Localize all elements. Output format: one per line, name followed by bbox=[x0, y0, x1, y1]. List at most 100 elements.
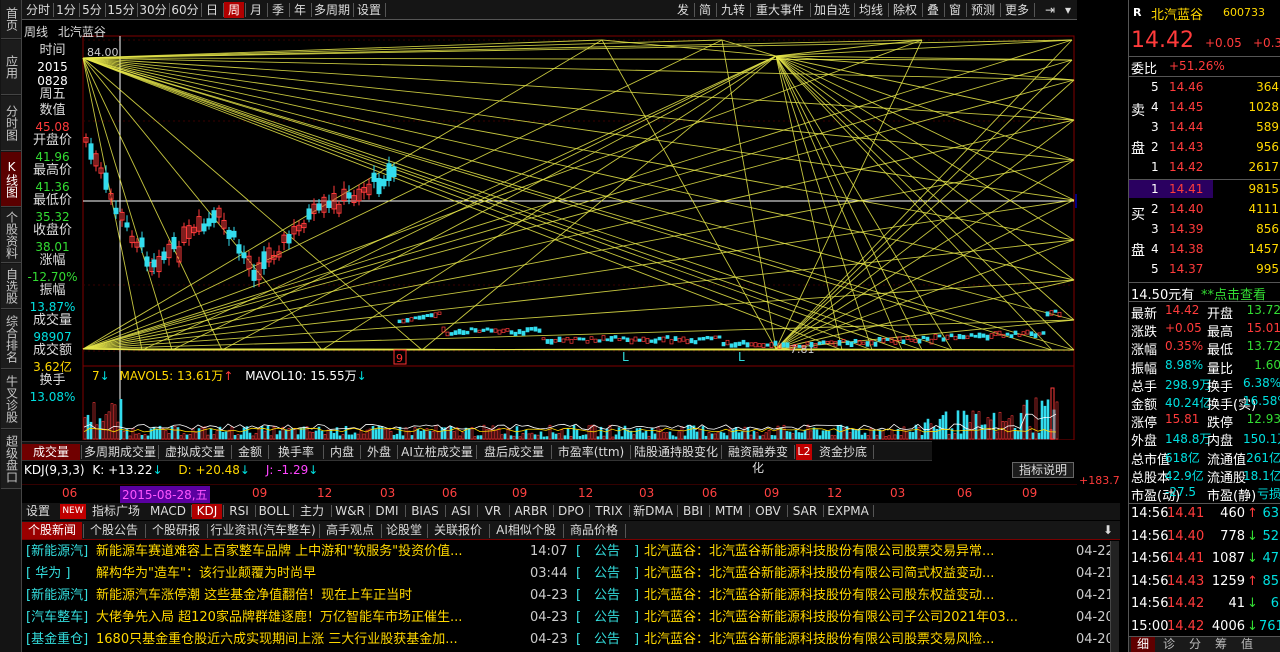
indicator-tab-dpo[interactable]: DPO bbox=[554, 504, 588, 519]
indicator-square-tab[interactable]: 指标广场 bbox=[88, 504, 144, 519]
indicator-tab-arbr[interactable]: ARBR bbox=[510, 504, 552, 519]
volume-tab-6[interactable]: 外盘 bbox=[362, 444, 396, 460]
toolbar-period-12[interactable]: 设置 bbox=[354, 2, 384, 18]
indicator-tab-obv[interactable]: OBV bbox=[750, 504, 786, 519]
toolbar-period-11[interactable]: 多周期 bbox=[312, 2, 352, 18]
volume-tab-12[interactable]: 资金抄底 bbox=[814, 444, 872, 460]
volume-tab-2[interactable]: 虚拟成交量 bbox=[160, 444, 230, 460]
toolbar-period-2[interactable]: 5分 bbox=[80, 2, 104, 18]
news-scrollbar[interactable] bbox=[1110, 541, 1119, 652]
volume-tab-11[interactable]: 融资融券变化 bbox=[723, 444, 793, 475]
toolbar-period-8[interactable]: 月 bbox=[246, 2, 266, 18]
footer-tab-2[interactable]: 分 bbox=[1183, 637, 1207, 652]
notice-title[interactable]: 北汽蓝谷：北汽蓝谷新能源科技股份有限公司股票交易异常... bbox=[644, 541, 1054, 563]
toolbar-action-1[interactable]: 简 bbox=[696, 2, 714, 18]
toolbar-period-6[interactable]: 日 bbox=[202, 2, 222, 18]
toolbar-period-3[interactable]: 15分 bbox=[106, 2, 136, 18]
volume-tab-4[interactable]: 换手率 bbox=[270, 444, 322, 460]
news-tab-1[interactable]: 个股公告 bbox=[84, 522, 144, 539]
volume-tab-7[interactable]: AI立桩成交量 bbox=[399, 444, 475, 460]
news-tab-4[interactable]: 高手观点 bbox=[320, 522, 380, 539]
toolbar-action-4[interactable]: 加自选 bbox=[812, 2, 852, 18]
indicator-tab-asi[interactable]: ASI bbox=[446, 504, 476, 519]
toolbar-period-4[interactable]: 30分 bbox=[138, 2, 168, 18]
volume-tab-9[interactable]: 市盈率(ttm) bbox=[553, 444, 629, 460]
indicator-tab-kdj[interactable]: KDJ bbox=[192, 504, 222, 519]
indicator-tab-rsi[interactable]: RSI bbox=[224, 504, 254, 519]
left-nav-item-3[interactable]: K线图 bbox=[1, 152, 21, 207]
news-title[interactable]: 解构华为"造车"：该行业颠覆为时尚早 bbox=[96, 563, 536, 585]
indicator-tab-新dma[interactable]: 新DMA bbox=[630, 504, 676, 519]
news-title[interactable]: 大佬争先入局 超120家品牌群雄逐鹿！万亿智能车市场正催生... bbox=[96, 607, 536, 629]
toolbar-action-5[interactable]: 均线 bbox=[856, 2, 886, 18]
footer-tab-3[interactable]: 筹 bbox=[1209, 637, 1233, 652]
news-row[interactable]: [新能源汽] 新能源汽车涨停潮 这些基金净值翻倍！现在上车正当时 04-23 [公告]… bbox=[22, 585, 1120, 607]
toolbar-period-5[interactable]: 60分 bbox=[170, 2, 200, 18]
news-tab-0[interactable]: 个股新闻 bbox=[22, 522, 82, 539]
volume-tab-5[interactable]: 内盘 bbox=[325, 444, 359, 460]
toolbar-period-1[interactable]: 1分 bbox=[54, 2, 78, 18]
news-title[interactable]: 1680只基金重仓股近六成实现期间上涨 三大行业股获基金加... bbox=[96, 629, 536, 651]
indicator-tab-bias[interactable]: BIAS bbox=[406, 504, 444, 519]
volume-tab-0[interactable]: 成交量 bbox=[22, 444, 80, 460]
news-tab-2[interactable]: 个股研报 bbox=[146, 522, 206, 539]
indicator-tab-vr[interactable]: VR bbox=[478, 504, 508, 519]
volume-tab-8[interactable]: 盘后成交量 bbox=[478, 444, 550, 460]
download-icon[interactable]: ⬇ bbox=[1100, 522, 1116, 539]
toolbar-action-6[interactable]: 除权 bbox=[890, 2, 920, 18]
news-tab-6[interactable]: 关联报价 bbox=[428, 522, 488, 539]
toolbar-action-3[interactable]: 重大事件 bbox=[752, 2, 808, 18]
toolbar-period-0[interactable]: 分时 bbox=[24, 2, 52, 18]
volume-tab-3[interactable]: 金额 bbox=[233, 444, 267, 460]
settings-tab[interactable]: 设置 bbox=[24, 504, 52, 519]
indicator-tab-mtm[interactable]: MTM bbox=[710, 504, 748, 519]
toolbar-period-9[interactable]: 季 bbox=[268, 2, 288, 18]
left-nav-item-7[interactable]: 牛叉诊股 bbox=[1, 370, 21, 429]
indicator-tab-bbi[interactable]: BBI bbox=[678, 504, 708, 519]
news-row[interactable]: [ 华为 ] 解构华为"造车"：该行业颠覆为时尚早 03:44 [公告] 北汽蓝谷：北汽… bbox=[22, 563, 1120, 585]
dropdown-icon[interactable]: ▾ bbox=[1062, 2, 1074, 18]
footer-tab-0[interactable]: 细 bbox=[1131, 637, 1155, 652]
news-row[interactable]: [新能源汽] 新能源车赛道难容上百家整车品牌 上中游和"软服务"投资价值... 14… bbox=[22, 541, 1120, 563]
notice-title[interactable]: 北汽蓝谷：北汽蓝谷新能源科技股份有限公司简式权益变动... bbox=[644, 563, 1054, 585]
news-title[interactable]: 新能源车赛道难容上百家整车品牌 上中游和"软服务"投资价值... bbox=[96, 541, 536, 563]
indicator-tab-expma[interactable]: EXPMA bbox=[824, 504, 872, 519]
toolbar-action-8[interactable]: 窗 bbox=[946, 2, 964, 18]
notice-title[interactable]: 北汽蓝谷：北汽蓝谷新能源科技股份有限公司子公司2021年03... bbox=[644, 607, 1054, 629]
news-tab-5[interactable]: 论股堂 bbox=[382, 522, 426, 539]
notice-title[interactable]: 北汽蓝谷：北汽蓝谷新能源科技股份有限公司股票交易风险... bbox=[644, 629, 1054, 651]
toolbar-period-7[interactable]: 周 bbox=[224, 2, 244, 18]
indicator-tab-macd[interactable]: MACD bbox=[146, 504, 190, 519]
indicator-tab-主力[interactable]: 主力 bbox=[294, 504, 330, 519]
news-title[interactable]: 新能源汽车涨停潮 这些基金净值翻倍！现在上车正当时 bbox=[96, 585, 536, 607]
left-nav-item-4[interactable]: 个股资料 bbox=[1, 208, 21, 263]
toolbar-action-10[interactable]: 更多 bbox=[1002, 2, 1032, 18]
news-tab-3[interactable]: 行业资讯(汽车整车) bbox=[208, 522, 318, 539]
left-nav-item-8[interactable]: 超级盘口 bbox=[1, 430, 21, 489]
toolbar-period-10[interactable]: 年 bbox=[290, 2, 310, 18]
toolbar-action-2[interactable]: 九转 bbox=[718, 2, 748, 18]
news-row[interactable]: [汽车整车] 大佬争先入局 超120家品牌群雄逐鹿！万亿智能车市场正催生... 04… bbox=[22, 607, 1120, 629]
indicator-tab-sar[interactable]: SAR bbox=[788, 504, 822, 519]
volume-tab-1[interactable]: 多周期成交量 bbox=[83, 444, 157, 460]
indicator-help-button[interactable]: 指标说明 bbox=[1012, 462, 1074, 478]
news-tab-7[interactable]: AI相似个股 bbox=[490, 522, 562, 539]
toolbar-action-7[interactable]: 叠 bbox=[924, 2, 942, 18]
toolbar-action-9[interactable]: 预测 bbox=[968, 2, 998, 18]
footer-tab-1[interactable]: 诊 bbox=[1157, 637, 1181, 652]
kline-chart[interactable]: 88.4066.6045.0822.4884.007.819LL11623581… bbox=[22, 20, 1114, 486]
news-tab-8[interactable]: 商品价格 bbox=[564, 522, 624, 539]
left-nav-item-1[interactable]: 应用 bbox=[1, 40, 21, 95]
indicator-tab-dmi[interactable]: DMI bbox=[370, 504, 404, 519]
left-nav-item-2[interactable]: 分时图 bbox=[1, 96, 21, 151]
footer-tab-4[interactable]: 值 bbox=[1235, 637, 1259, 652]
left-nav-item-6[interactable]: 综合排名 bbox=[1, 310, 21, 369]
notice-title[interactable]: 北汽蓝谷：北汽蓝谷新能源科技股份有限公司股东权益变动... bbox=[644, 585, 1054, 607]
left-nav-item-0[interactable]: 首页 bbox=[1, 0, 21, 39]
indicator-tab-trix[interactable]: TRIX bbox=[590, 504, 628, 519]
volume-tab-10[interactable]: 陆股通持股变化 bbox=[632, 444, 720, 460]
left-nav-item-5[interactable]: 自选股 bbox=[1, 264, 21, 309]
toolbar-action-0[interactable]: 发 bbox=[674, 2, 692, 18]
indicator-tab-w&r[interactable]: W&R bbox=[332, 504, 368, 519]
news-row[interactable]: [基金重仓] 1680只基金重仓股近六成实现期间上涨 三大行业股获基金加... 04… bbox=[22, 629, 1120, 651]
